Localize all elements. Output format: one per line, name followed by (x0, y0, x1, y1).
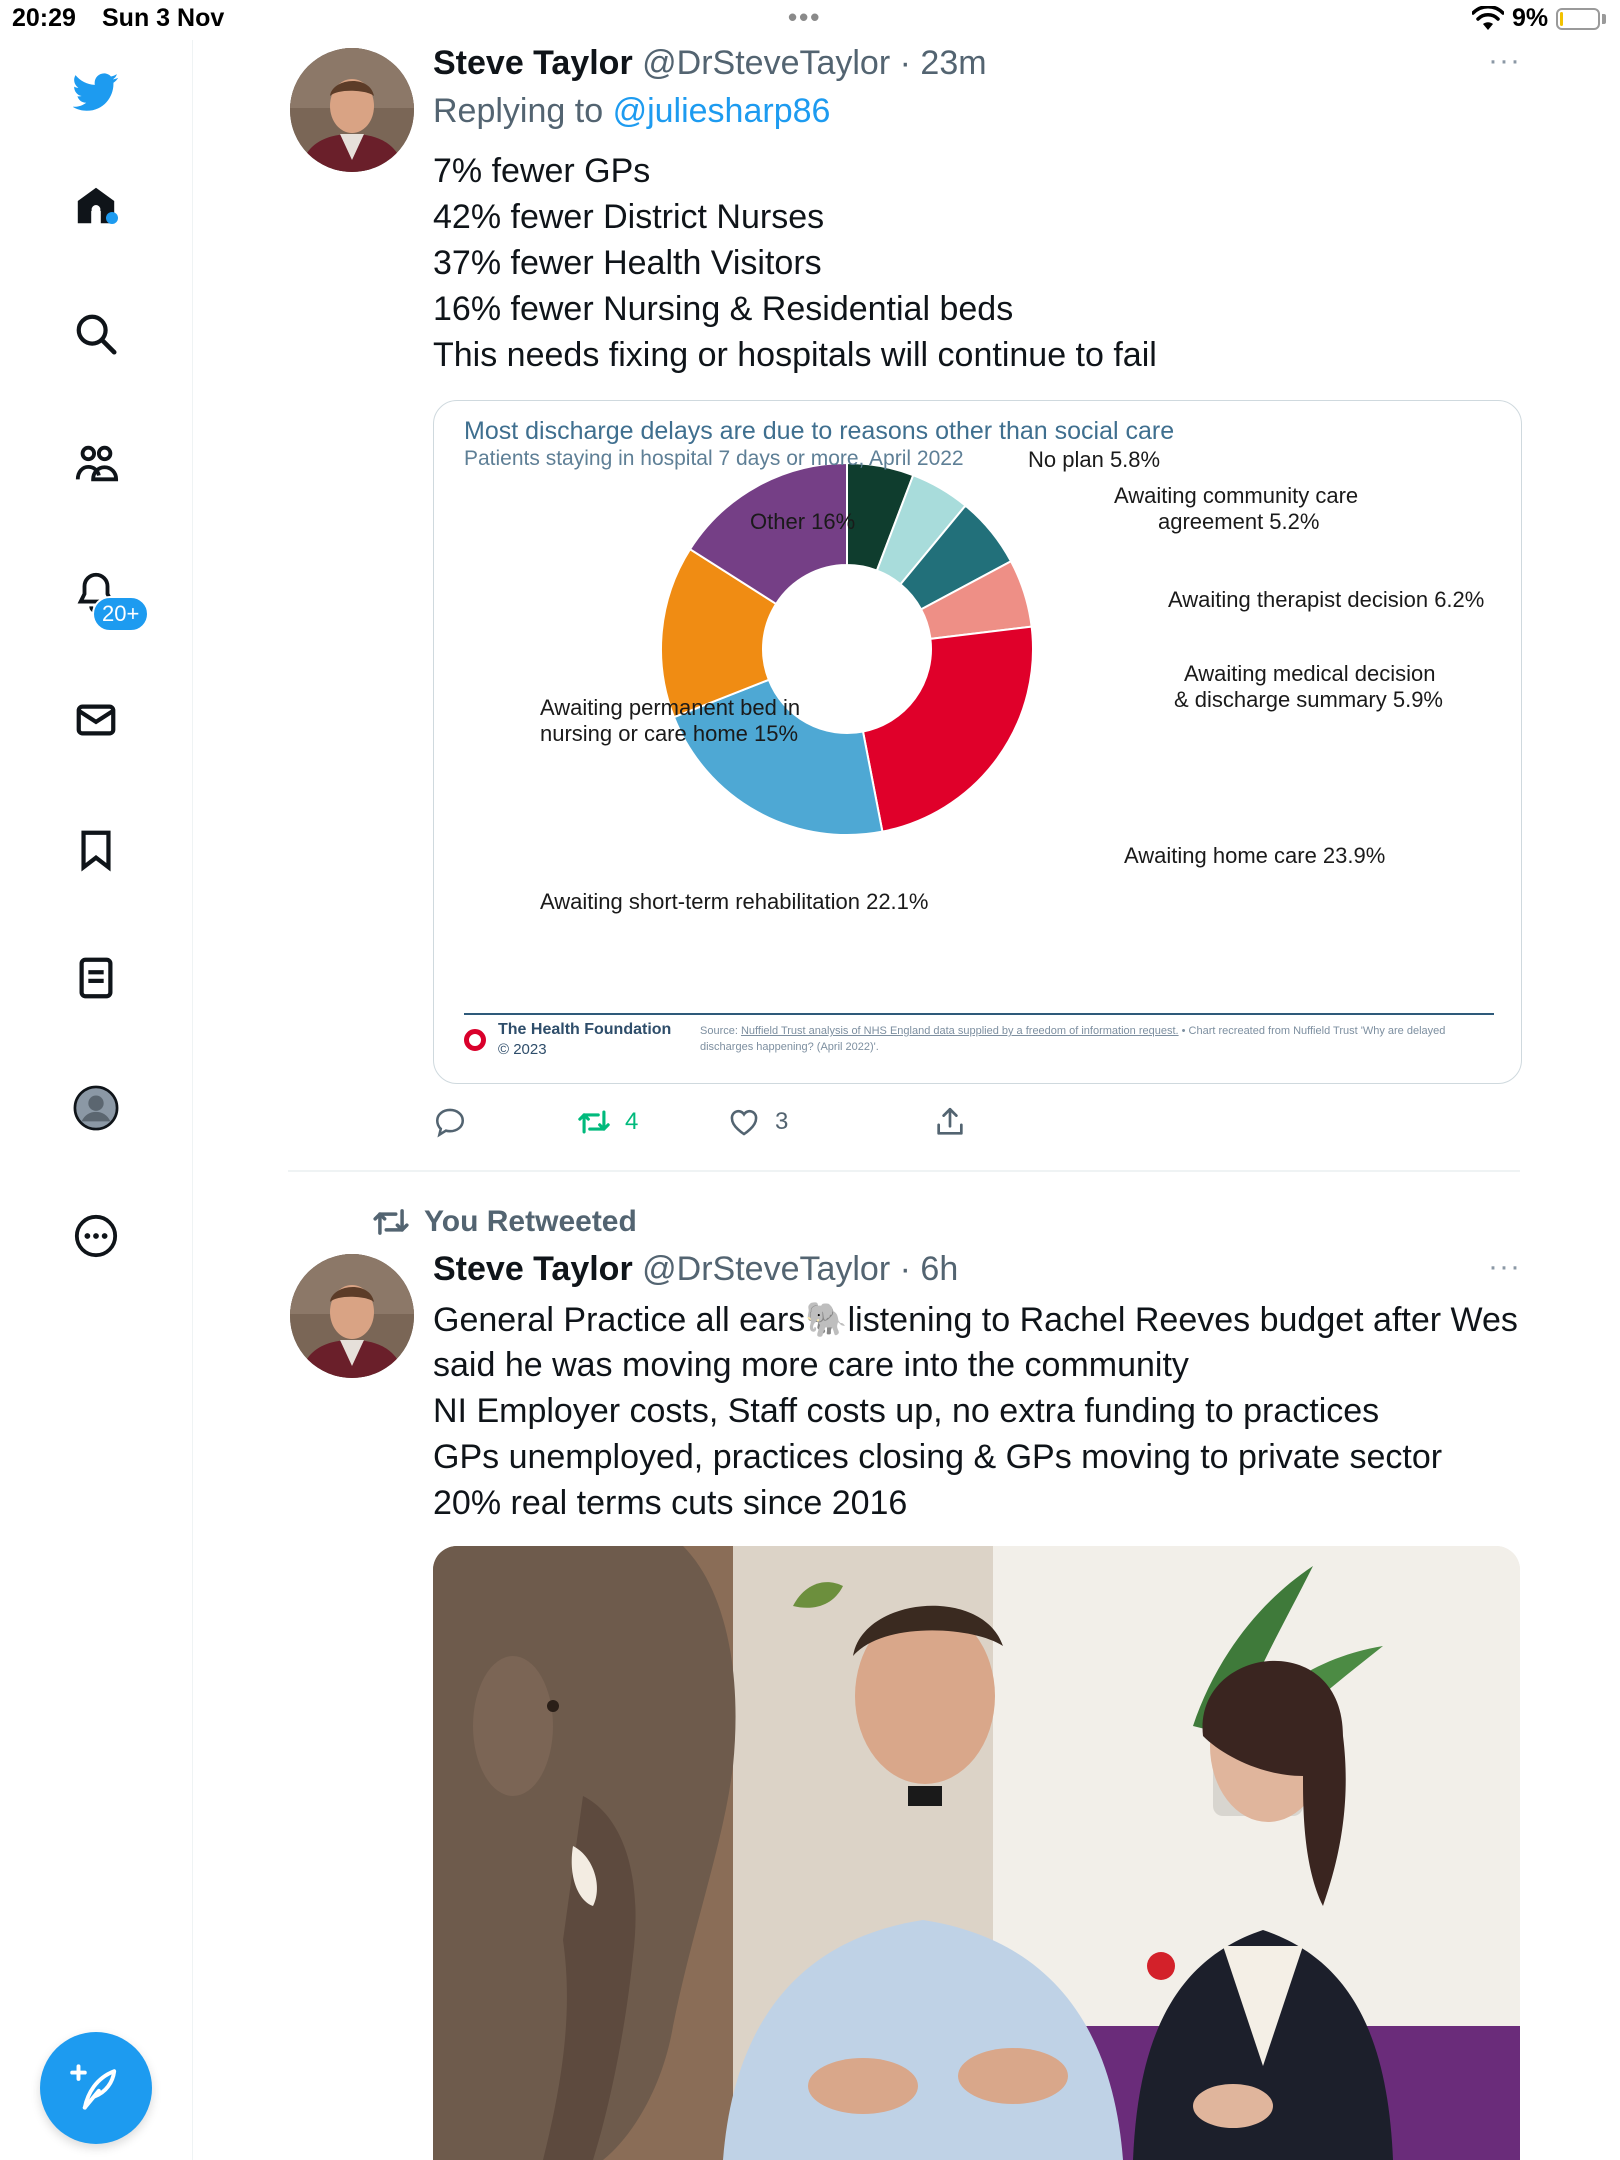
slice-label-other: Other 16% (750, 509, 855, 534)
wifi-icon (1472, 6, 1504, 30)
home-icon[interactable] (68, 178, 124, 234)
chart-subtitle: Patients staying in hospital 7 days or m… (464, 447, 964, 470)
separator: · (899, 1250, 911, 1288)
avatar[interactable] (290, 48, 414, 172)
like-count: 3 (775, 1108, 789, 1135)
author-name[interactable]: Steve Taylor (433, 1250, 633, 1288)
author-handle[interactable]: @DrSteveTaylor (642, 1250, 890, 1288)
slice-label-medical-2: & discharge summary 5.9% (1174, 687, 1443, 712)
tweet-time[interactable]: 23m (920, 44, 986, 82)
retweet-header: You Retweeted (372, 1200, 637, 1244)
status-bar: 20:29 Sun 3 Nov ••• 9% (0, 0, 1620, 40)
retweet-icon (578, 1110, 610, 1134)
replying-to: Replying to @juliesharp86 (433, 92, 830, 131)
like-button[interactable]: 3 (727, 1100, 788, 1144)
slice-label-medical-1: Awaiting medical decision (1184, 661, 1436, 686)
slice-label-therapist: Awaiting therapist decision 6.2% (1168, 587, 1484, 612)
tweet-more-button[interactable]: ··· (1488, 1250, 1521, 1284)
battery-icon (1556, 8, 1600, 30)
replying-prefix: Replying to (433, 92, 604, 130)
tweet-time[interactable]: 6h (920, 1250, 958, 1288)
chart-copyright: © 2023 (498, 1041, 547, 1058)
retweeted-label[interactable]: You Retweeted (424, 1205, 637, 1239)
retweet-count: 4 (625, 1108, 639, 1135)
tweet-text-line: 7% fewer GPs (433, 152, 651, 190)
feather-plus-icon (70, 2064, 117, 2110)
slice-label-permanent-2: nursing or care home 15% (540, 721, 798, 746)
tweet-text-line: said he was moving more care into the co… (433, 1346, 1189, 1384)
search-icon[interactable] (68, 306, 124, 362)
tweet-divider (288, 1170, 1520, 1172)
slice-label-home-care: Awaiting home care 23.9% (1124, 843, 1385, 868)
profile-icon[interactable] (68, 1080, 124, 1136)
tweet-text-line: 20% real terms cuts since 2016 (433, 1484, 908, 1522)
reply-button[interactable] (433, 1100, 481, 1144)
battery-level (1560, 12, 1563, 26)
status-date: Sun 3 Nov (102, 4, 225, 32)
tweet-text-line: 42% fewer District Nurses (433, 198, 825, 236)
avatar[interactable] (290, 1254, 414, 1378)
tweet-text-line: GPs unemployed, practices closing & GPs … (433, 1438, 1443, 1476)
tweet-header: Steve Taylor @DrSteveTaylor · 23m (433, 44, 987, 83)
chart-title: Most discharge delays are due to reasons… (464, 417, 1175, 445)
reply-icon (435, 1108, 465, 1138)
retweet-button[interactable]: 4 (577, 1100, 638, 1144)
health-foundation-logo-icon (464, 1029, 486, 1051)
retweet-small-icon (373, 1209, 409, 1235)
sidebar: 20+ (0, 40, 193, 2160)
twitter-logo-icon[interactable] (68, 64, 124, 120)
tweet-text-line: 37% fewer Health Visitors (433, 244, 822, 282)
tweet-text-line: This needs fixing or hospitals will cont… (433, 336, 1157, 374)
slice-label-no-plan: No plan 5.8% (1028, 447, 1160, 472)
chart-org: The Health Foundation (498, 1021, 672, 1038)
notifications-badge: 20+ (92, 596, 150, 632)
chart-source: Source: Nuffield Trust analysis of NHS E… (700, 1023, 1500, 1055)
tweet-text-line: General Practice all ears🐘listening to R… (433, 1301, 1518, 1339)
tweet-photo[interactable] (433, 1546, 1520, 2160)
battery-cap (1602, 14, 1606, 24)
slice-label-community-2: agreement 5.2% (1158, 509, 1319, 534)
share-icon (937, 1107, 963, 1135)
share-button[interactable] (933, 1100, 967, 1144)
slice-label-rehab: Awaiting short-term rehabilitation 22.1% (540, 889, 928, 914)
tweet-actions: 4 3 (433, 1100, 1520, 1144)
tweet-text-line: NI Employer costs, Staff costs up, no ex… (433, 1392, 1380, 1430)
separator: · (899, 44, 911, 82)
communities-icon[interactable] (68, 436, 124, 492)
donut-chart: No plan 5.8% Awaiting community care agr… (540, 447, 1484, 914)
battery-percent: 9% (1512, 4, 1549, 32)
source-link: Nuffield Trust analysis of NHS England d… (740, 1025, 1179, 1037)
donut-slice-4 (861, 625, 1034, 833)
replying-to-link[interactable]: @juliesharp86 (613, 92, 831, 130)
tweet-more-button[interactable]: ··· (1488, 44, 1521, 78)
heart-icon (730, 1109, 758, 1136)
photo-image (433, 1546, 1520, 2160)
tweet-header: Steve Taylor @DrSteveTaylor · 6h (433, 1250, 958, 1289)
author-handle[interactable]: @DrSteveTaylor (642, 44, 890, 82)
chart-footer-divider (464, 1013, 1494, 1015)
chart-image-card[interactable]: No plan 5.8% Awaiting community care agr… (433, 400, 1522, 1084)
tweet-text-line: 16% fewer Nursing & Residential beds (433, 290, 1014, 328)
source-prefix: Source: (700, 1025, 738, 1037)
lists-icon[interactable] (68, 950, 124, 1006)
status-time: 20:29 (12, 4, 76, 32)
bookmarks-icon[interactable] (68, 822, 124, 878)
multitasking-dots-icon[interactable]: ••• (788, 2, 821, 33)
slice-label-community-1: Awaiting community care (1114, 483, 1358, 508)
author-name[interactable]: Steve Taylor (433, 44, 633, 82)
more-icon[interactable] (68, 1208, 124, 1264)
compose-tweet-button[interactable] (40, 2032, 152, 2144)
home-unread-dot (106, 212, 118, 224)
slice-label-permanent-1: Awaiting permanent bed in (540, 695, 800, 720)
messages-icon[interactable] (68, 692, 124, 748)
